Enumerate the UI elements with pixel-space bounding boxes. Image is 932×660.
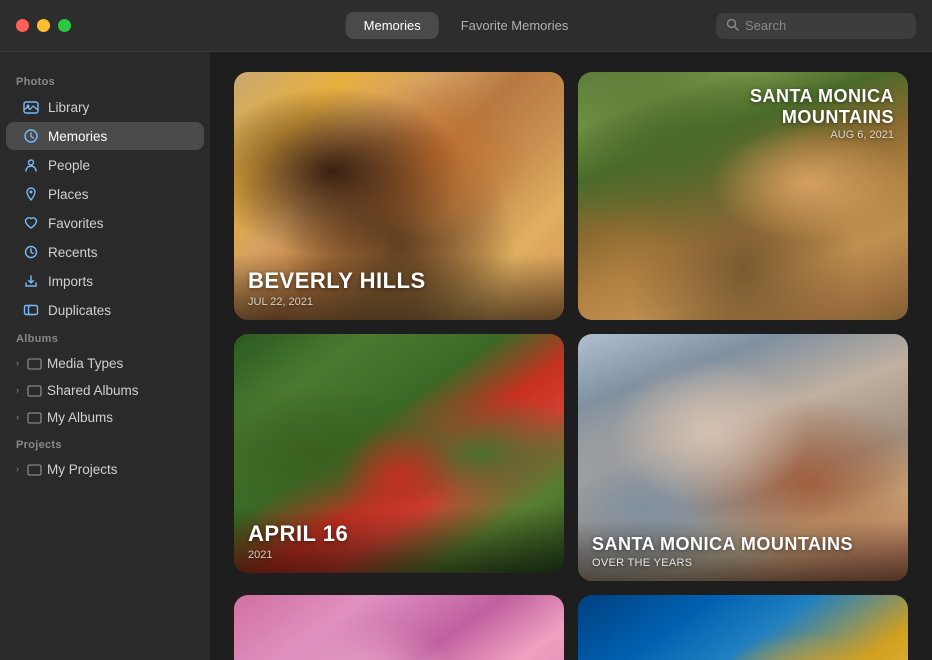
card-5-background [234, 595, 564, 660]
card-2-date: AUG 6, 2021 [724, 129, 894, 141]
chevron-icon: › [16, 358, 19, 368]
duplicates-icon [22, 301, 40, 319]
chevron-icon-2: › [16, 385, 19, 395]
people-icon [22, 156, 40, 174]
card-3-overlay: APRIL 16 2021 [234, 507, 564, 572]
sidebar-item-duplicates-label: Duplicates [48, 303, 111, 318]
sidebar-item-recents[interactable]: Recents [6, 238, 204, 266]
shared-albums-icon [25, 381, 43, 399]
recents-icon [22, 243, 40, 261]
main-layout: Photos Library Memories [0, 52, 932, 660]
sidebar-item-imports-label: Imports [48, 274, 93, 289]
sidebar-item-media-types-label: Media Types [47, 356, 123, 371]
sidebar-item-places-label: Places [48, 187, 89, 202]
card-4-subtitle: OVER THE YEARS [592, 557, 894, 569]
tab-memories[interactable]: Memories [346, 12, 439, 39]
memories-grid: BEVERLY HILLS JUL 22, 2021 Santa Monica … [234, 72, 908, 660]
memory-card-santa-monica-1[interactable]: Santa Monica Mountains AUG 6, 2021 [578, 72, 908, 320]
favorites-icon [22, 214, 40, 232]
sidebar-item-duplicates[interactable]: Duplicates [6, 296, 204, 324]
sidebar-item-favorites[interactable]: Favorites [6, 209, 204, 237]
sidebar-item-people-label: People [48, 158, 90, 173]
memory-card-santa-monica-2[interactable]: Santa Monica Mountains OVER THE YEARS [578, 334, 908, 582]
sidebar-item-favorites-label: Favorites [48, 216, 104, 231]
card-3-date: 2021 [248, 549, 550, 561]
close-button[interactable] [16, 19, 29, 32]
places-icon [22, 185, 40, 203]
sidebar-item-places[interactable]: Places [6, 180, 204, 208]
sidebar-item-people[interactable]: People [6, 151, 204, 179]
card-2-title: Santa Monica Mountains [724, 86, 894, 127]
sidebar-item-my-albums[interactable]: › My Albums [6, 404, 204, 430]
sidebar-item-media-types[interactable]: › Media Types [6, 350, 204, 376]
card-6-background [578, 595, 908, 660]
titlebar-tabs: Memories Favorite Memories [346, 12, 587, 39]
sidebar: Photos Library Memories [0, 52, 210, 660]
search-icon [726, 18, 739, 34]
sidebar-item-recents-label: Recents [48, 245, 98, 260]
card-1-title: BEVERLY HILLS [248, 268, 550, 293]
my-projects-icon [25, 460, 43, 478]
sidebar-item-library-label: Library [48, 100, 89, 115]
sidebar-item-shared-albums[interactable]: › Shared Albums [6, 377, 204, 403]
card-4-title: Santa Monica Mountains [592, 534, 894, 555]
projects-section-label: Projects [0, 431, 210, 455]
media-types-icon [25, 354, 43, 372]
card-1-overlay: BEVERLY HILLS JUL 22, 2021 [234, 254, 564, 319]
library-icon [22, 98, 40, 116]
sidebar-item-imports[interactable]: Imports [6, 267, 204, 295]
memory-card-concert[interactable] [578, 595, 908, 660]
card-4-overlay: Santa Monica Mountains OVER THE YEARS [578, 520, 908, 581]
maximize-button[interactable] [58, 19, 71, 32]
photos-section-label: Photos [0, 68, 210, 92]
sidebar-item-memories[interactable]: Memories [6, 122, 204, 150]
card-2-overlay: Santa Monica Mountains AUG 6, 2021 [710, 72, 908, 153]
memory-card-beverly-hills-2[interactable]: Beverly Hills JUL 28, 2021 [234, 595, 564, 660]
titlebar: Memories Favorite Memories [0, 0, 932, 52]
window-controls [16, 19, 71, 32]
sidebar-item-memories-label: Memories [48, 129, 107, 144]
my-albums-icon [25, 408, 43, 426]
minimize-button[interactable] [37, 19, 50, 32]
content-area: BEVERLY HILLS JUL 22, 2021 Santa Monica … [210, 52, 932, 660]
albums-section-label: Albums [0, 325, 210, 349]
search-input[interactable] [745, 18, 906, 33]
imports-icon [22, 272, 40, 290]
memories-icon [22, 127, 40, 145]
tab-favorite-memories[interactable]: Favorite Memories [443, 12, 587, 39]
sidebar-item-library[interactable]: Library [6, 93, 204, 121]
memory-card-april-16[interactable]: APRIL 16 2021 [234, 334, 564, 573]
card-3-title: APRIL 16 [248, 521, 550, 546]
search-bar [716, 13, 916, 39]
sidebar-item-my-projects-label: My Projects [47, 462, 118, 477]
sidebar-item-shared-albums-label: Shared Albums [47, 383, 139, 398]
chevron-icon-3: › [16, 412, 19, 422]
card-1-date: JUL 22, 2021 [248, 296, 550, 308]
memory-card-beverly-hills-1[interactable]: BEVERLY HILLS JUL 22, 2021 [234, 72, 564, 320]
sidebar-item-my-albums-label: My Albums [47, 410, 113, 425]
chevron-icon-4: › [16, 464, 19, 474]
sidebar-item-my-projects[interactable]: › My Projects [6, 456, 204, 482]
